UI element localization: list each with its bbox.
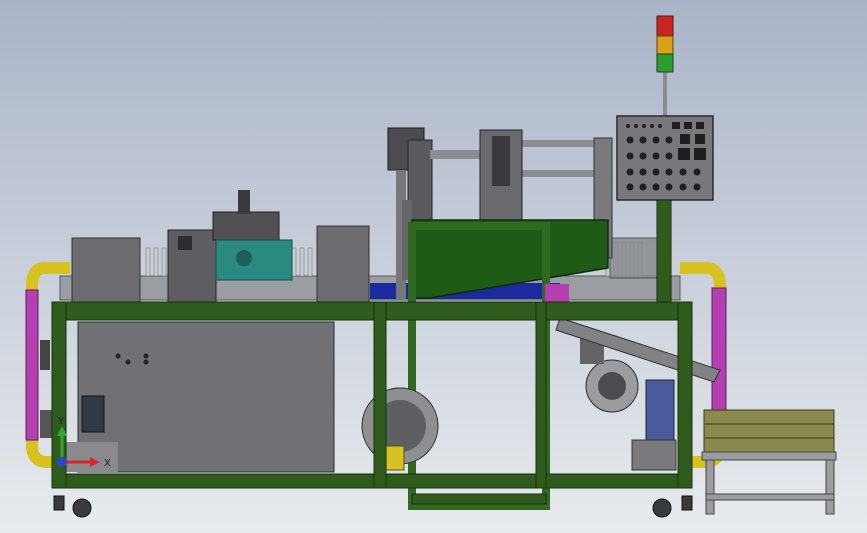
gear-motor [555,317,721,471]
machine-drawing: Y X [25,15,837,518]
stack-light [656,15,674,118]
output-crate [701,409,837,515]
stack-light-green-icon [656,53,674,73]
electrical-cabinet [64,321,335,473]
stack-light-red-icon [656,15,674,37]
cad-viewport: Y X [0,0,867,533]
y-axis-label: Y [57,416,65,427]
blower [361,387,439,471]
vent-icon [81,395,105,433]
hopper [408,219,609,510]
x-axis-label: X [104,458,111,469]
casters [53,495,693,518]
stack-light-amber-icon [656,35,674,55]
